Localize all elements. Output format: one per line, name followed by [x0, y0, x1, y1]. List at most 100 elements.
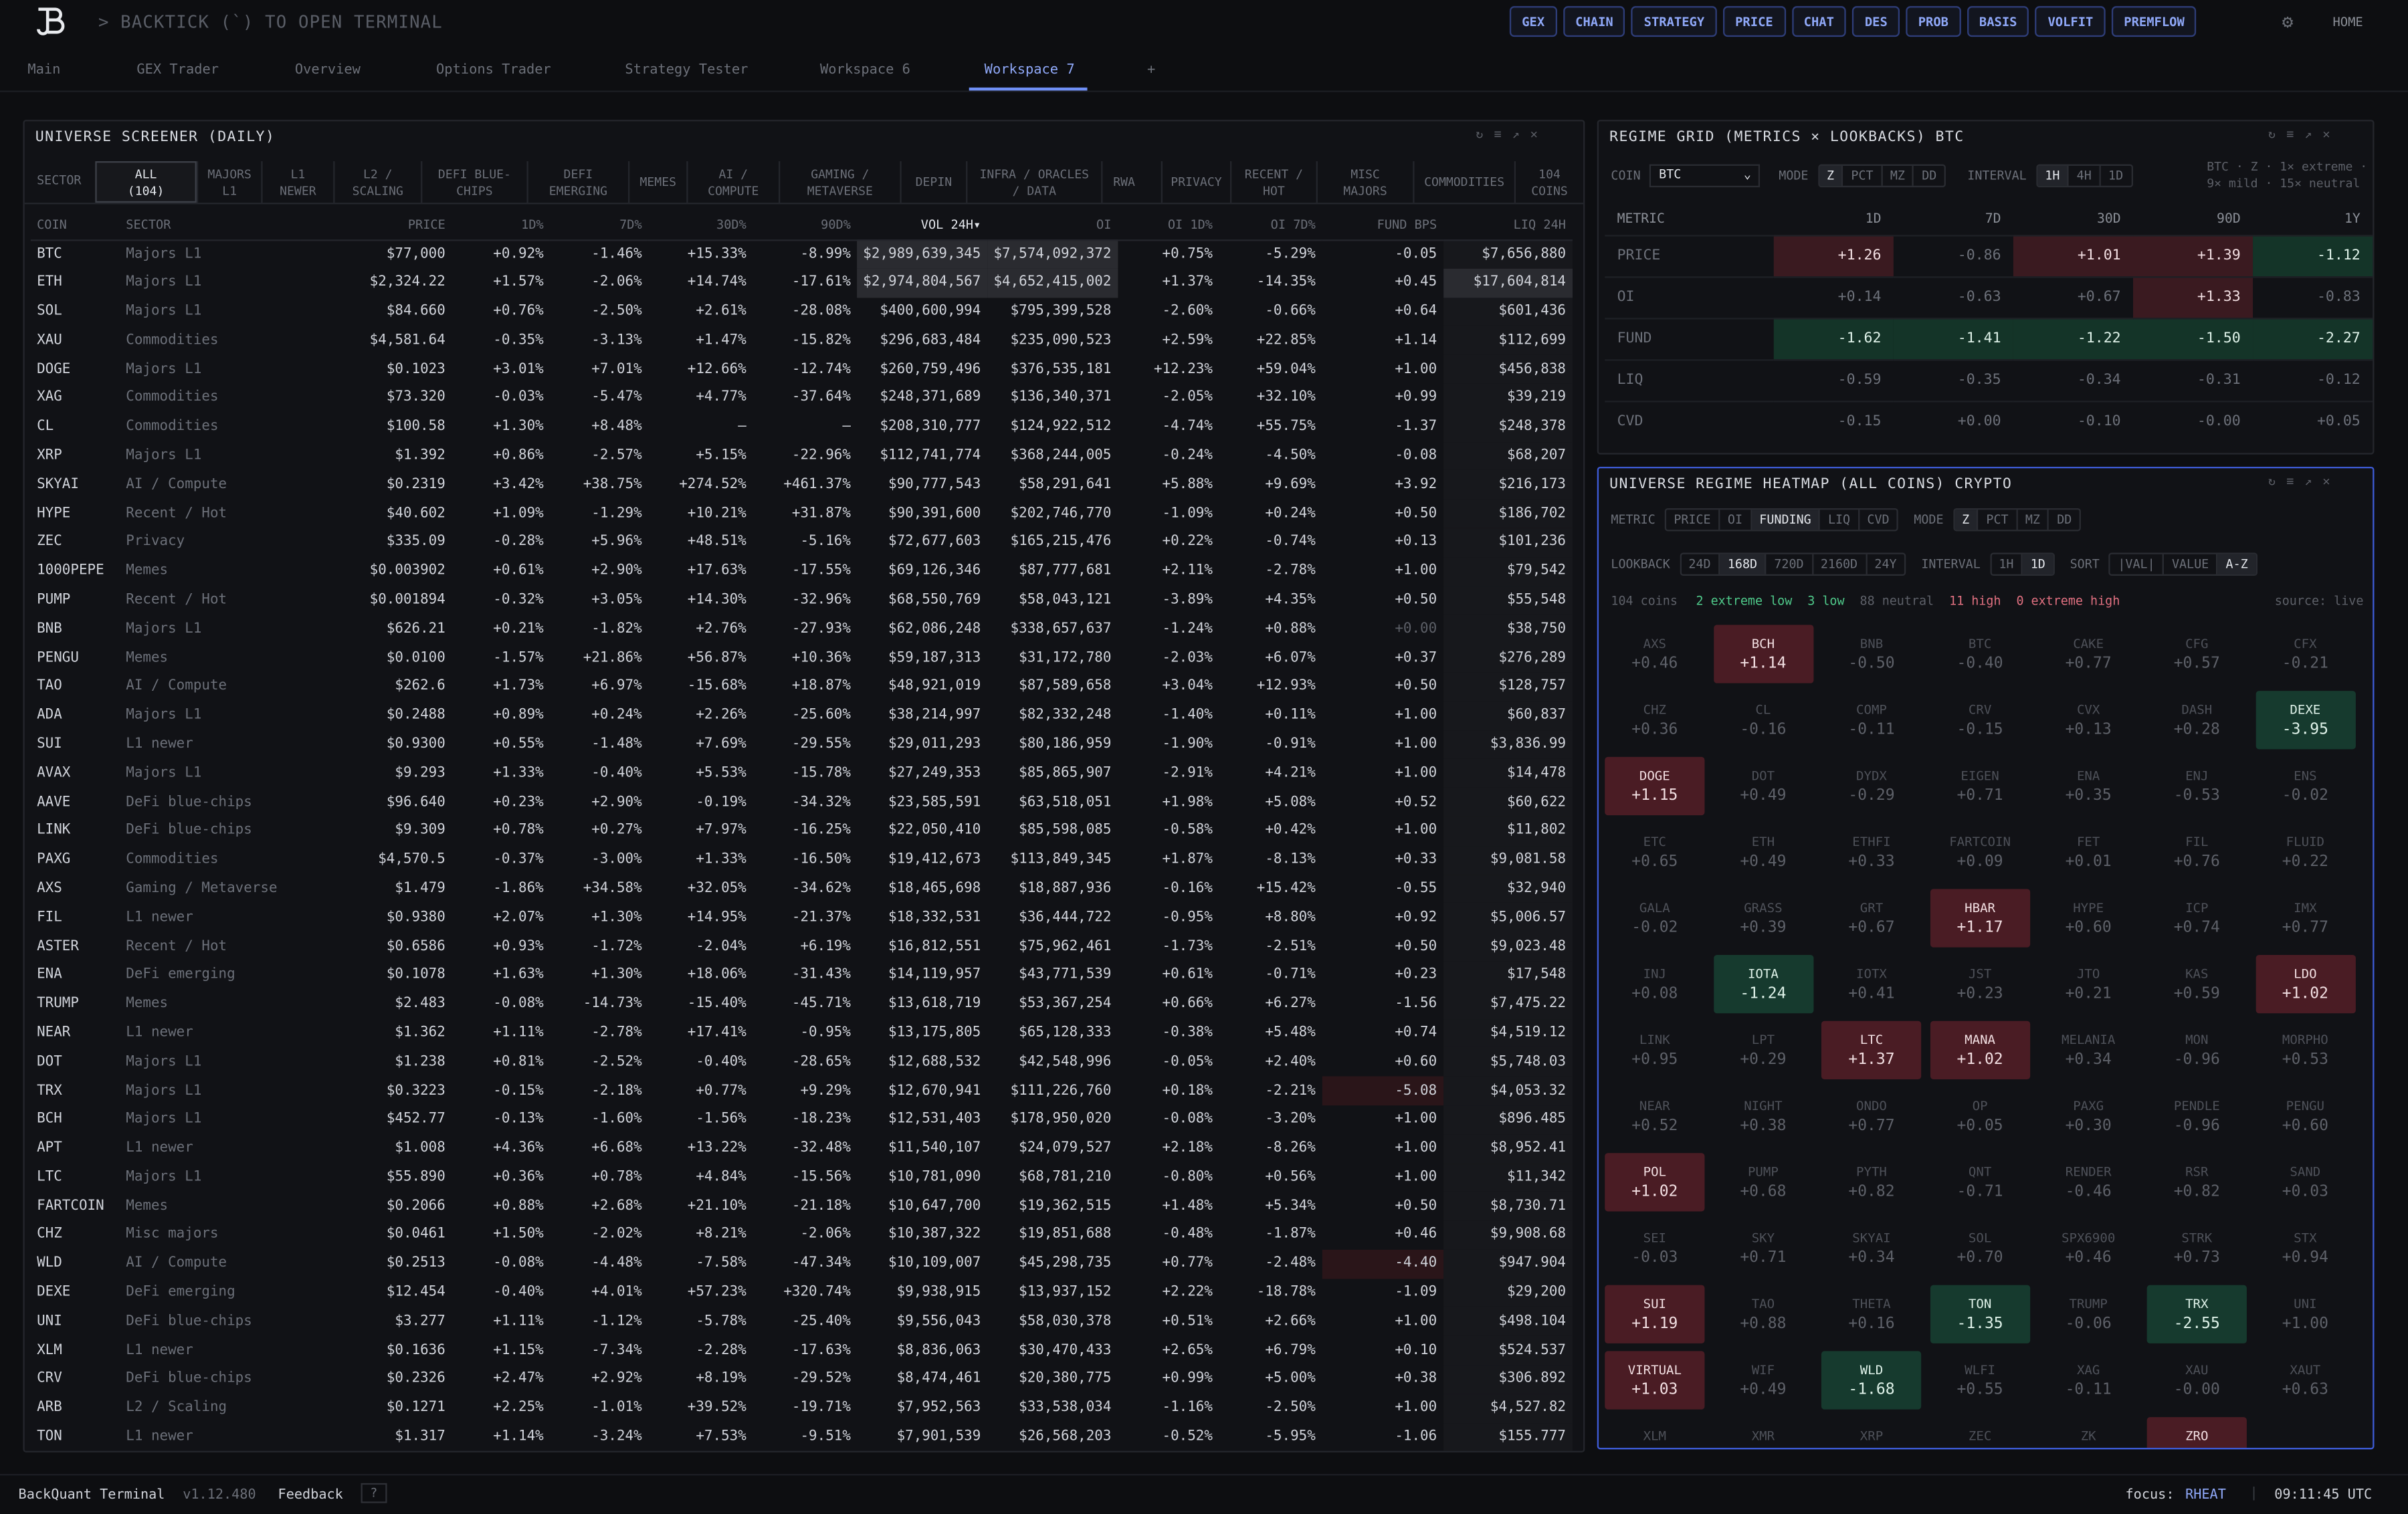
terminal-prompt[interactable]: > BACKTICK (`) TO OPEN TERMINAL: [98, 12, 443, 32]
nav-button-price[interactable]: PRICE: [1722, 6, 1786, 37]
heatmap-cell[interactable]: CHZ +0.36: [1605, 691, 1704, 749]
heatmap-cell[interactable]: SUI +1.19: [1605, 1285, 1705, 1343]
rg-interval-option-4h[interactable]: 4H: [2069, 165, 2101, 186]
hm-metric-option-liq[interactable]: LIQ: [1820, 510, 1860, 530]
table-row[interactable]: ADA Majors L1 $0.2488 +0.89% +0.24% +2.26% -25…: [31, 701, 1573, 730]
table-row[interactable]: BNB Majors L1 $626.21 +0.21% -1.82% +2.76% -27…: [31, 615, 1573, 644]
col-header[interactable]: FUND BPS: [1321, 210, 1443, 241]
col-header[interactable]: OI: [987, 210, 1118, 241]
home-button[interactable]: HOME: [2332, 14, 2363, 29]
table-row[interactable]: PUMP Recent / Hot $0.001894 -0.32% +3.05% +14…: [31, 586, 1573, 615]
heatmap-cell[interactable]: MELANIA +0.34: [2039, 1021, 2138, 1079]
sector-chip-3[interactable]: L2 / SCALING: [333, 161, 421, 203]
hm-sort-option-val[interactable]: |VAL|: [2110, 554, 2165, 574]
table-row[interactable]: WLD AI / Compute $0.2513 -0.08% -4.48% -7.58%…: [31, 1249, 1573, 1279]
rg-mode-option-z[interactable]: Z: [1819, 165, 1843, 186]
hm-mode-option-z[interactable]: Z: [1954, 510, 1979, 530]
table-row[interactable]: FARTCOIN Memes $0.2066 +0.88% +2.68% +21.10% -…: [31, 1192, 1573, 1221]
nav-button-strategy[interactable]: STRATEGY: [1631, 6, 1717, 37]
heatmap-cell[interactable]: XLM +0.14: [1605, 1417, 1704, 1448]
col-header[interactable]: SECTOR: [120, 210, 301, 241]
grid-value[interactable]: -0.86: [1893, 234, 2013, 277]
heatmap-cell[interactable]: DASH +0.28: [2147, 691, 2247, 749]
hm-metric-option-oi[interactable]: OI: [1720, 510, 1752, 530]
heatmap-cell[interactable]: MON -0.96: [2147, 1021, 2247, 1079]
heatmap-cell[interactable]: JST +0.23: [1930, 955, 2029, 1013]
sector-chip-0[interactable]: ALL (104): [95, 161, 197, 203]
gear-icon[interactable]: ⚙: [2282, 11, 2294, 32]
heatmap-cell[interactable]: GALA -0.02: [1605, 889, 1704, 947]
table-row[interactable]: XAU Commodities $4,581.64 -0.35% -3.13% +1.47…: [31, 326, 1573, 355]
table-row[interactable]: ARB L2 / Scaling $0.1271 +2.25% -1.01% +39.52…: [31, 1394, 1573, 1423]
col-header[interactable]: 90D%: [752, 210, 858, 241]
nav-button-basis[interactable]: BASIS: [1967, 6, 2029, 37]
table-row[interactable]: CHZ Misc majors $0.0461 +1.50% -2.02% +8.21% -…: [31, 1220, 1573, 1250]
rg-mode-option-pct[interactable]: PCT: [1843, 165, 1883, 186]
hm-metric-option-cvd[interactable]: CVD: [1860, 510, 1897, 530]
heatmap-cell[interactable]: NEAR +0.52: [1605, 1087, 1704, 1145]
heatmap-cell[interactable]: BCH +1.14: [1713, 625, 1813, 683]
heatmap-cell[interactable]: PENGU +0.60: [2255, 1087, 2355, 1145]
heatmap-cell[interactable]: QNT -0.71: [1930, 1153, 2029, 1211]
hm-lookback-option-720d[interactable]: 720D: [1767, 554, 1813, 574]
table-row[interactable]: UNI DeFi blue-chips $3.277 +1.11% -1.12% -5.7…: [31, 1307, 1573, 1337]
panel-controls-icon[interactable]: ↻≡↗✕: [2268, 128, 2341, 142]
col-header[interactable]: COIN: [30, 210, 120, 241]
grid-value[interactable]: -0.31: [2133, 358, 2253, 401]
table-row[interactable]: TAO AI / Compute $262.6 +1.73% +6.97% -15.68%…: [31, 672, 1573, 701]
grid-value[interactable]: -0.35: [1893, 358, 2013, 401]
heatmap-cell[interactable]: TON -1.35: [1930, 1285, 2030, 1343]
heatmap-cell[interactable]: ETC +0.65: [1605, 823, 1704, 881]
grid-value[interactable]: -2.27: [2253, 317, 2373, 360]
grid-value[interactable]: +0.67: [2013, 276, 2134, 318]
table-row[interactable]: FIL L1 newer $0.9380 +2.07% +1.30% +14.95% -21…: [31, 903, 1573, 932]
hm-interval-option-1h[interactable]: 1H: [1991, 554, 2023, 574]
table-row[interactable]: AAVE DeFi blue-chips $96.640 +0.23% +2.90% -0…: [31, 788, 1573, 817]
grid-value[interactable]: -1.62: [1773, 317, 1894, 360]
heatmap-cell[interactable]: FLUID +0.22: [2255, 823, 2355, 881]
nav-button-des[interactable]: DES: [1852, 6, 1900, 37]
help-button[interactable]: ?: [361, 1483, 387, 1503]
grid-value[interactable]: -0.00: [2133, 400, 2253, 443]
sector-chip-7[interactable]: AI / COMPUTE: [686, 161, 779, 203]
table-row[interactable]: 1000PEPE Memes $0.003902 +0.61% +2.90% +17.63…: [31, 556, 1573, 586]
heatmap-cell[interactable]: STX +0.94: [2255, 1219, 2355, 1277]
nav-button-prob[interactable]: PROB: [1906, 6, 1961, 37]
heatmap-cell[interactable]: LTC +1.37: [1821, 1020, 1922, 1080]
hm-mode-option-dd[interactable]: DD: [2049, 510, 2080, 530]
hm-mode-option-pct[interactable]: PCT: [1979, 510, 2018, 530]
table-row[interactable]: TRUMP Memes $2.483 -0.08% -14.73% -15.40% -45.…: [31, 990, 1573, 1019]
table-row[interactable]: LTC Majors L1 $55.890 +0.36% +0.78% +4.84% -15…: [31, 1163, 1573, 1192]
nav-button-gex[interactable]: GEX: [1509, 6, 1557, 37]
heatmap-cell[interactable]: SKY +0.71: [1713, 1219, 1813, 1277]
grid-value[interactable]: -1.22: [2013, 317, 2134, 360]
heatmap-cell[interactable]: BTC -0.40: [1930, 625, 2029, 683]
heatmap-cell[interactable]: XAG -0.11: [2039, 1351, 2138, 1409]
table-row[interactable]: BTC Majors L1 $77,000 +0.92% -1.46% +15.33% -8…: [31, 239, 1573, 269]
heatmap-cell[interactable]: AXS +0.46: [1605, 625, 1704, 683]
table-row[interactable]: BCH Majors L1 $452.77 -0.13% -1.60% -1.56% -18…: [31, 1105, 1573, 1134]
grid-value[interactable]: +0.00: [1893, 400, 2013, 443]
tab-3[interactable]: Options Trader: [436, 63, 551, 78]
heatmap-cell[interactable]: NIGHT +0.38: [1713, 1087, 1813, 1145]
hm-lookback-option-168d[interactable]: 168D: [1720, 554, 1767, 574]
table-row[interactable]: LINK DeFi blue-chips $9.309 +0.78% +0.27% +7.…: [31, 817, 1573, 846]
heatmap-cell[interactable]: CRV -0.15: [1930, 691, 2029, 749]
heatmap-cell[interactable]: WLFI +0.55: [1930, 1351, 2029, 1409]
table-row[interactable]: HYPE Recent / Hot $40.602 +1.09% -1.29% +10.2…: [31, 499, 1573, 528]
heatmap-cell[interactable]: STRK +0.73: [2147, 1219, 2247, 1277]
heatmap-cell[interactable]: BNB -0.50: [1821, 625, 1921, 683]
table-row[interactable]: DEXE DeFi emerging $12.454 -0.40% +4.01% +57.…: [31, 1278, 1573, 1307]
hm-interval-option-1d[interactable]: 1D: [2023, 554, 2053, 574]
heatmap-cell[interactable]: FET +0.01: [2039, 823, 2138, 881]
table-row[interactable]: XRP Majors L1 $1.392 +0.86% -2.57% +5.15% -22.…: [31, 441, 1573, 471]
heatmap-cell[interactable]: EIGEN +0.71: [1930, 757, 2029, 815]
sector-chip-10[interactable]: INFRA / ORACLES / DATA: [966, 161, 1101, 203]
heatmap-cell[interactable]: INJ +0.08: [1605, 955, 1704, 1013]
sector-chip-9[interactable]: DEPIN: [900, 161, 966, 203]
grid-value[interactable]: +0.14: [1773, 276, 1894, 318]
sector-chip-14[interactable]: MISC MAJORS: [1316, 161, 1413, 203]
heatmap-cell[interactable]: VIRTUAL +1.03: [1605, 1351, 1705, 1410]
grid-value[interactable]: -1.12: [2253, 234, 2373, 277]
grid-value[interactable]: -0.59: [1773, 358, 1894, 401]
